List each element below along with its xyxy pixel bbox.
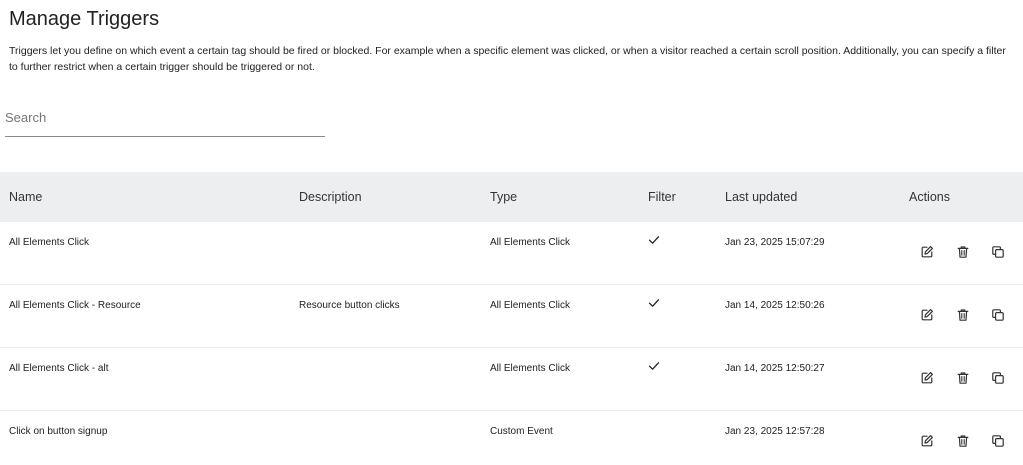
table-row[interactable]: All Elements Click - Resource Resource bu… (0, 285, 1023, 348)
page-description: Triggers let you define on which event a… (9, 45, 1006, 73)
copy-icon (991, 308, 1005, 322)
column-header-last-updated[interactable]: Last updated (725, 172, 797, 222)
edit-icon (920, 308, 934, 322)
page-title: Manage Triggers (9, 8, 160, 30)
row-description: Resource button clicks (299, 300, 400, 311)
column-header-type[interactable]: Type (490, 172, 517, 222)
delete-button[interactable] (956, 308, 970, 322)
column-header-actions: Actions (909, 190, 950, 204)
table-row[interactable]: All Elements Click All Elements Click Jan … (0, 222, 1023, 285)
trash-icon (956, 434, 970, 448)
trash-icon (956, 371, 970, 385)
edit-icon (920, 371, 934, 385)
row-last-updated: Jan 23, 2025 12:57:28 (725, 426, 825, 437)
checkmark-icon (648, 360, 660, 372)
row-name: Click on button signup (9, 426, 108, 437)
manage-triggers-page: Manage Triggers Triggers let you define … (0, 0, 1023, 465)
table-header: Name Description Type Filter Last update… (0, 172, 1023, 222)
copy-icon (991, 434, 1005, 448)
trash-icon (956, 245, 970, 259)
trash-icon (956, 308, 970, 322)
triggers-table: Name Description Type Filter Last update… (0, 172, 1023, 465)
row-last-updated: Jan 23, 2025 15:07:29 (725, 237, 825, 248)
edit-button[interactable] (920, 371, 934, 385)
table-row[interactable]: Click on button signup Custom Event Jan 23… (0, 411, 1023, 465)
copy-button[interactable] (991, 371, 1005, 385)
delete-button[interactable] (956, 434, 970, 448)
table-body: All Elements Click All Elements Click Jan … (0, 222, 1023, 465)
edit-icon (920, 434, 934, 448)
edit-button[interactable] (920, 434, 934, 448)
checkmark-icon (648, 234, 660, 246)
column-header-name[interactable]: Name (9, 172, 42, 222)
checkmark-icon (648, 297, 660, 309)
row-type: All Elements Click (490, 300, 571, 311)
search-field (5, 102, 325, 137)
copy-icon (991, 371, 1005, 385)
edit-icon (920, 245, 934, 259)
row-name: All Elements Click (9, 237, 90, 248)
row-name: All Elements Click - alt (9, 363, 109, 374)
row-type: Custom Event (490, 426, 553, 437)
copy-button[interactable] (991, 434, 1005, 448)
copy-icon (991, 245, 1005, 259)
row-type: All Elements Click (490, 363, 571, 374)
column-header-description[interactable]: Description (299, 172, 362, 222)
delete-button[interactable] (956, 371, 970, 385)
row-last-updated: Jan 14, 2025 12:50:26 (725, 300, 825, 311)
copy-button[interactable] (991, 308, 1005, 322)
edit-button[interactable] (920, 308, 934, 322)
search-input[interactable] (5, 102, 323, 132)
row-last-updated: Jan 14, 2025 12:50:27 (725, 363, 825, 374)
table-row[interactable]: All Elements Click - alt All Elements Cli… (0, 348, 1023, 411)
row-name: All Elements Click - Resource (9, 300, 141, 311)
delete-button[interactable] (956, 245, 970, 259)
edit-button[interactable] (920, 245, 934, 259)
copy-button[interactable] (991, 245, 1005, 259)
column-header-filter[interactable]: Filter (648, 172, 676, 222)
row-type: All Elements Click (490, 237, 571, 248)
